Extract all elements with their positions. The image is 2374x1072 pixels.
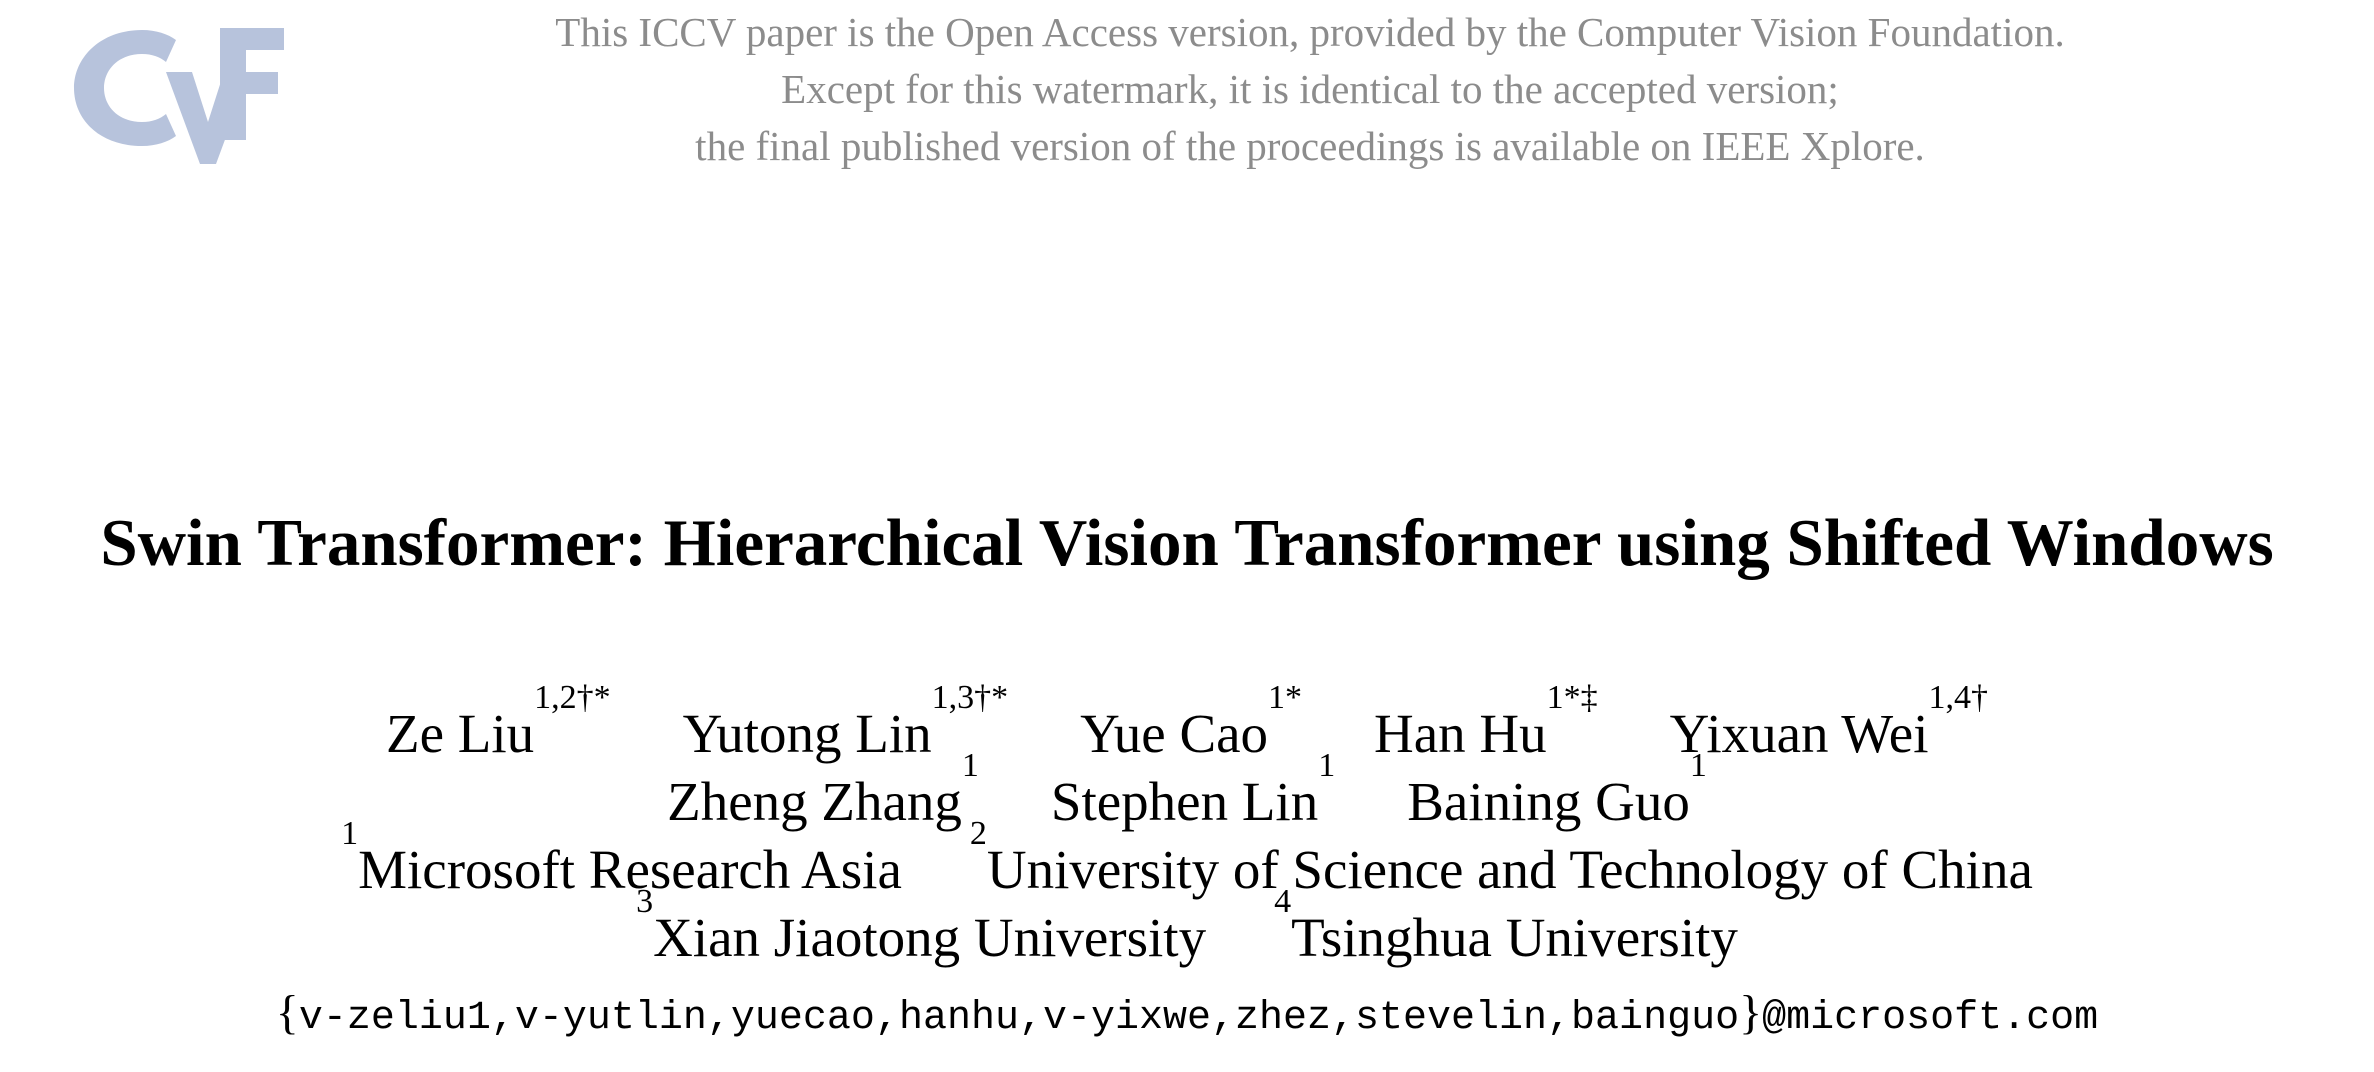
paper-title: Swin Transformer: Hierarchical Vision Tr… — [100, 506, 2274, 580]
email-close-brace: } — [1739, 986, 1763, 1039]
author-marks: 1 — [1689, 747, 1707, 784]
open-access-watermark: This ICCV paper is the Open Access versi… — [330, 4, 2290, 175]
watermark-line-3: the final published version of the proce… — [695, 123, 1925, 169]
author: Yutong Lin1,3†* — [682, 681, 1009, 766]
watermark-line-2: Except for this watermark, it is identic… — [781, 66, 1839, 112]
author-name: Ze Liu — [385, 703, 535, 764]
cvf-logo-f — [220, 28, 284, 140]
cvf-logo — [74, 28, 284, 164]
author-marks: 1,2†* — [534, 679, 611, 716]
affiliation: 1Microsoft Research Asia — [341, 817, 902, 902]
watermark-line-1: This ICCV paper is the Open Access versi… — [555, 9, 2065, 55]
author-marks: 1 — [961, 747, 979, 784]
author-name: Yixuan Wei — [1669, 703, 1929, 764]
affiliation-number: 4 — [1274, 883, 1292, 920]
author: Ze Liu1,2†* — [385, 681, 611, 766]
affiliation-number: 2 — [969, 815, 987, 852]
author-name: Yue Cao — [1080, 703, 1269, 764]
cvf-logo-c — [74, 30, 176, 146]
email-ids: v-zeliu1,v-yutlin,yuecao,hanhu,v-yixwe,z… — [298, 996, 1740, 1041]
affiliation: 2University of Science and Technology of… — [970, 817, 2033, 902]
author-name: Yutong Lin — [682, 703, 932, 764]
author-marks: 1,3†* — [931, 679, 1009, 716]
affiliations-row-2: 3Xian Jiaotong University 4Tsinghua Unive… — [0, 885, 2374, 970]
author-emails: {v-zeliu1,v-yutlin,yuecao,hanhu,v-yixwe,… — [0, 985, 2374, 1047]
author-name: Han Hu — [1374, 703, 1547, 764]
author: Zheng Zhang1 — [667, 749, 979, 834]
author-name: Zheng Zhang — [667, 771, 962, 832]
author: Yue Cao1* — [1080, 681, 1302, 766]
affiliation-number: 3 — [636, 883, 654, 920]
affiliation: 4Tsinghua University — [1274, 885, 1738, 970]
affiliations-row-1: 1Microsoft Research Asia 2University of S… — [0, 817, 2374, 902]
author: Baining Guo1 — [1407, 749, 1707, 834]
author-marks: 1*‡ — [1546, 679, 1598, 716]
author-marks: 1* — [1268, 679, 1303, 716]
paper-page: This ICCV paper is the Open Access versi… — [0, 0, 2374, 1072]
authors-row-1: Ze Liu1,2†* Yutong Lin1,3†* Yue Cao1* Han H… — [0, 681, 2374, 766]
affiliation-number: 1 — [341, 815, 359, 852]
author-marks: 1 — [1318, 747, 1336, 784]
author: Stephen Lin1 — [1050, 749, 1335, 834]
author: Yixuan Wei1,4† — [1669, 681, 1988, 766]
affiliation-name: Xian Jiaotong University — [653, 907, 1207, 968]
affiliation-name: Tsinghua University — [1291, 907, 1738, 968]
author: Han Hu1*‡ — [1374, 681, 1598, 766]
affiliation: 3Xian Jiaotong University — [636, 885, 1207, 970]
email-domain: @microsoft.com — [1762, 996, 2099, 1041]
email-open-brace: { — [275, 986, 299, 1039]
author-name: Stephen Lin — [1050, 771, 1319, 832]
author-marks: 1,4† — [1928, 679, 1989, 716]
author-name: Baining Guo — [1407, 771, 1690, 832]
affiliation-name: Microsoft Research Asia — [358, 839, 902, 900]
affiliation-name: University of Science and Technology of … — [986, 839, 2033, 900]
